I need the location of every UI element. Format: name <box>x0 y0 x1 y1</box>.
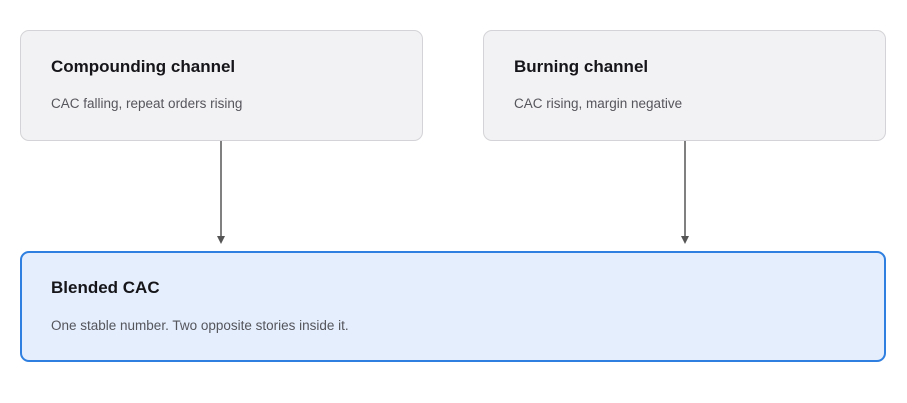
node-compounding-channel: Compounding channel CAC falling, repeat … <box>20 30 423 141</box>
node-blended-cac: Blended CAC One stable number. Two oppos… <box>20 251 886 362</box>
node-description: CAC falling, repeat orders rising <box>51 96 243 111</box>
node-description: CAC rising, margin negative <box>514 96 683 111</box>
node-description: One stable number. Two opposite stories … <box>51 318 349 333</box>
node-burning-channel: Burning channel CAC rising, margin negat… <box>483 30 886 141</box>
node-title: Blended CAC <box>51 278 160 297</box>
node-title: Compounding channel <box>51 57 236 76</box>
node-title: Burning channel <box>514 57 649 76</box>
